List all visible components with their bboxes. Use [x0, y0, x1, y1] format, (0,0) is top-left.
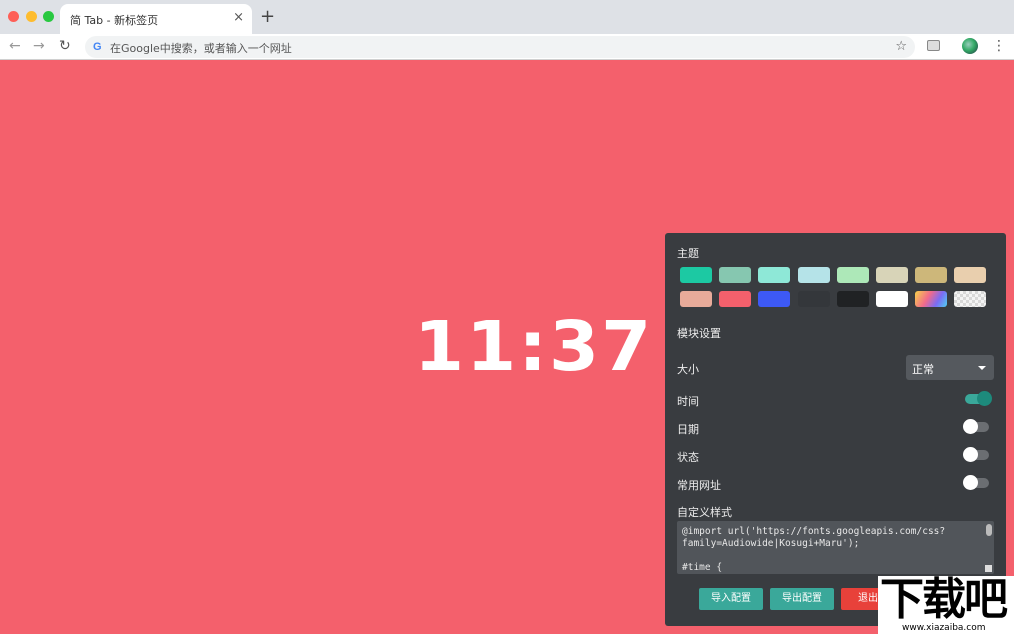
- watermark-url: www.xiazaiba.com: [902, 623, 986, 633]
- watermark-logo: 下载吧 www.xiazaiba.com: [878, 576, 1014, 634]
- theme-swatch[interactable]: [876, 267, 908, 283]
- time-toggle[interactable]: [963, 391, 991, 405]
- module-section-title: 模块设置: [677, 325, 721, 341]
- reload-icon[interactable]: ↻: [59, 37, 71, 55]
- theme-swatch[interactable]: [837, 267, 869, 283]
- date-toggle[interactable]: [963, 419, 991, 433]
- watermark-text: 下载吧: [880, 576, 1006, 624]
- theme-swatch[interactable]: [719, 267, 751, 283]
- forward-arrow-icon[interactable]: →: [33, 37, 45, 55]
- size-label: 大小: [677, 361, 699, 377]
- theme-swatch[interactable]: [915, 267, 947, 283]
- theme-swatch[interactable]: [798, 291, 830, 307]
- toggle-knob: [977, 391, 992, 406]
- theme-swatch[interactable]: [954, 267, 986, 283]
- address-bar-placeholder: 在Google中搜索，或者输入一个网址: [110, 40, 292, 56]
- theme-swatch[interactable]: [758, 267, 790, 283]
- import-config-button[interactable]: 导入配置: [699, 588, 763, 610]
- theme-swatch[interactable]: [837, 291, 869, 307]
- theme-swatch[interactable]: [680, 267, 712, 283]
- theme-swatch[interactable]: [758, 291, 790, 307]
- sites-label: 常用网址: [677, 477, 721, 493]
- theme-swatch[interactable]: [954, 291, 986, 307]
- theme-swatch[interactable]: [680, 291, 712, 307]
- tab-title: 简 Tab - 新标签页: [70, 12, 158, 28]
- time-label: 时间: [677, 393, 699, 409]
- toggle-knob: [963, 419, 978, 434]
- browser-menu-icon[interactable]: ⋮: [992, 37, 1006, 55]
- extension-icon[interactable]: [927, 40, 940, 51]
- size-select[interactable]: 正常: [906, 355, 994, 380]
- custom-css-textarea[interactable]: @import url('https://fonts.googleapis.co…: [677, 521, 994, 574]
- export-config-button[interactable]: 导出配置: [770, 588, 834, 610]
- back-arrow-icon[interactable]: ←: [9, 37, 21, 55]
- resize-handle-icon[interactable]: [985, 565, 992, 572]
- address-bar[interactable]: G 在Google中搜索，或者输入一个网址 ☆: [85, 36, 915, 58]
- settings-panel: 主题 模块设置 大小 正常 时间 日期 状态 常用网址 自定义样式 @impor…: [665, 233, 1006, 626]
- profile-avatar[interactable]: [962, 38, 978, 54]
- tab-strip: 简 Tab - 新标签页 × +: [0, 0, 1014, 34]
- close-window-button[interactable]: [8, 11, 19, 22]
- bookmark-star-icon[interactable]: ☆: [895, 38, 907, 56]
- clock-time: 11:37: [414, 308, 604, 384]
- custom-style-title: 自定义样式: [677, 504, 732, 520]
- google-icon: G: [93, 39, 102, 55]
- theme-swatch[interactable]: [719, 291, 751, 307]
- scrollbar-thumb[interactable]: [986, 524, 992, 536]
- chevron-down-icon: [978, 366, 986, 370]
- toggle-knob: [963, 447, 978, 462]
- theme-swatch[interactable]: [876, 291, 908, 307]
- sites-toggle[interactable]: [963, 475, 991, 489]
- toggle-knob: [963, 475, 978, 490]
- theme-swatch[interactable]: [915, 291, 947, 307]
- minimize-window-button[interactable]: [26, 11, 37, 22]
- size-select-value: 正常: [912, 361, 934, 377]
- tab-active[interactable]: 简 Tab - 新标签页 ×: [60, 4, 252, 34]
- date-label: 日期: [677, 421, 699, 437]
- tab-close-icon[interactable]: ×: [233, 10, 244, 26]
- status-label: 状态: [677, 449, 699, 465]
- status-toggle[interactable]: [963, 447, 991, 461]
- theme-section-title: 主题: [677, 245, 699, 261]
- new-tab-button[interactable]: +: [260, 7, 275, 27]
- custom-css-text: @import url('https://fonts.googleapis.co…: [682, 526, 978, 574]
- browser-toolbar: ← → ↻ G 在Google中搜索，或者输入一个网址 ☆ ⋮: [0, 34, 1014, 60]
- theme-swatch[interactable]: [798, 267, 830, 283]
- maximize-window-button[interactable]: [43, 11, 54, 22]
